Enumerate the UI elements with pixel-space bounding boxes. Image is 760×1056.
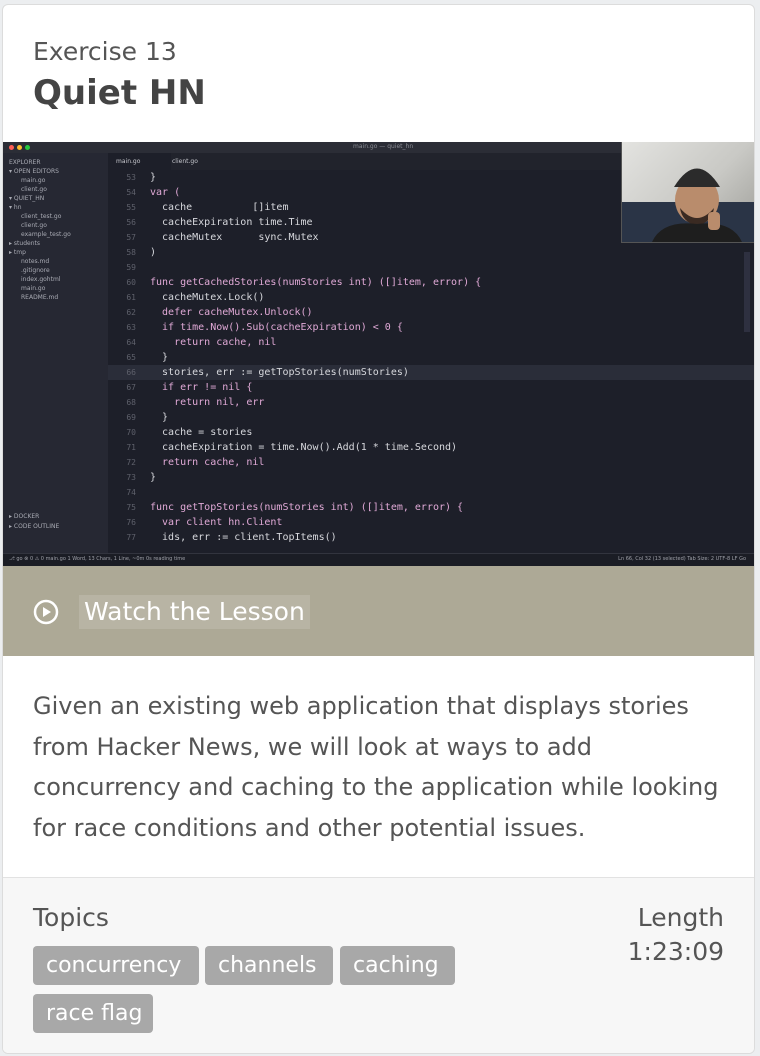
editor-tab-main: main.go [108, 153, 171, 170]
exercise-number: Exercise 13 [33, 37, 177, 66]
sidebar-entry: ▸ tmp [9, 249, 26, 256]
line-number: 59 [126, 263, 136, 272]
line-number-gutter: 53 54 55 56 57 58 59 60 61 62 63 64 65 66 67 68 69 70 71 72… [108, 170, 142, 554]
code-line: cacheMutex sync.Mutex [150, 232, 319, 243]
line-number: 66 [126, 368, 136, 377]
exercise-description: Given an existing web application that d… [33, 692, 719, 842]
sidebar-entry: client_test.go [21, 213, 62, 220]
sidebar-entry: client.go [21, 222, 47, 229]
line-number: 63 [126, 323, 136, 332]
code-line: } [150, 172, 157, 183]
code-line: ids, err := client.TopItems() [150, 532, 337, 543]
line-number: 65 [126, 353, 136, 362]
line-number: 54 [126, 188, 136, 197]
line-number: 77 [126, 533, 136, 542]
code-line: stories, err := getTopStories(numStories… [150, 367, 409, 378]
code-line: func getTopStories(numStories int) ([]it… [150, 502, 464, 513]
instructor-figure-icon [622, 168, 754, 242]
code-line: defer cacheMutex.Unlock() [150, 307, 313, 318]
sidebar-entry: ▸ CODE OUTLINE [9, 523, 60, 530]
line-number: 71 [126, 443, 136, 452]
sidebar-entry: EXPLORER [9, 159, 41, 166]
code-line: return cache, nil [150, 457, 265, 468]
topic-tag-channels[interactable]: channels [205, 946, 333, 985]
instructor-webcam [621, 142, 754, 243]
line-number: 55 [126, 203, 136, 212]
close-dot-icon [9, 145, 14, 150]
sidebar-entry: ▾ OPEN EDITORS [9, 168, 59, 175]
card-header: Exercise 13 Quiet HN [3, 5, 754, 142]
line-number: 53 [126, 173, 136, 182]
code-line: cache = stories [150, 427, 253, 438]
code-line: if time.Now().Sub(cacheExpiration) < 0 { [150, 322, 403, 333]
card-footer: Topics concurrency channels caching race… [3, 877, 754, 1053]
topic-tag-race-flag[interactable]: race flag [33, 994, 153, 1033]
sidebar-entry: client.go [21, 186, 47, 193]
editor-window-title: main.go — quiet_hn [353, 143, 414, 150]
editor-scrollbar [744, 252, 750, 332]
minimize-dot-icon [17, 145, 22, 150]
line-number: 62 [126, 308, 136, 317]
editor-tab-client: client.go [172, 158, 198, 165]
status-left: ⎇ go ⊗ 0 ⚠ 0 main.go 1 Word, 13 Chars, 1… [9, 556, 186, 562]
exercise-card: Exercise 13 Quiet HN main.go — quiet_hn … [2, 4, 755, 1054]
line-number: 58 [126, 248, 136, 257]
code-line: } [150, 352, 169, 363]
code-line: cacheExpiration time.Time [150, 217, 313, 228]
maximize-dot-icon [25, 145, 30, 150]
line-number: 64 [126, 338, 136, 347]
length-label: Length [637, 903, 724, 932]
sidebar-entry: ▸ DOCKER [9, 513, 40, 520]
code-line: var client hn.Client [150, 517, 283, 528]
code-line: ) [150, 247, 157, 258]
sidebar-entry: notes.md [21, 258, 50, 265]
line-number: 56 [126, 218, 136, 227]
line-number: 69 [126, 413, 136, 422]
line-number: 72 [126, 458, 136, 467]
sidebar-entry: README.md [21, 294, 59, 301]
code-line: cache []item [150, 202, 289, 213]
code-line: } [150, 412, 169, 423]
topics-label: Topics [33, 903, 109, 932]
code-line: return cache, nil [150, 337, 277, 348]
watch-lesson-button[interactable]: Watch the Lesson [3, 566, 754, 656]
line-number: 60 [126, 278, 136, 287]
code-line: return nil, err [150, 397, 265, 408]
editor-statusbar: ⎇ go ⊗ 0 ⚠ 0 main.go 1 Word, 13 Chars, 1… [3, 553, 754, 566]
sidebar-entry: ▾ QUIET_HN [9, 195, 45, 202]
code-line: func getCachedStories(numStories int) ([… [150, 277, 482, 288]
length-value: 1:23:09 [627, 937, 724, 966]
sidebar-entry: example_test.go [21, 231, 71, 238]
code-line: cacheMutex.Lock() [150, 292, 265, 303]
topic-tag-caching[interactable]: caching [340, 946, 455, 985]
line-number: 73 [126, 473, 136, 482]
code-area: } var ( cache []item cacheExpiration time… [150, 170, 610, 554]
line-number: 68 [126, 398, 136, 407]
exercise-title[interactable]: Quiet HN [33, 73, 206, 113]
status-right: Ln 66, Col 32 (13 selected) Tab Size: 2 … [618, 556, 746, 562]
sidebar-entry: main.go [21, 177, 46, 184]
line-number: 74 [126, 488, 136, 497]
video-thumbnail[interactable]: main.go — quiet_hn EXPLORER ▾ OPEN EDITOR… [3, 142, 754, 566]
watch-lesson-label: Watch the Lesson [79, 595, 310, 629]
line-number: 76 [126, 518, 136, 527]
code-line: var ( [150, 187, 181, 198]
sidebar-entry: index.gohtml [21, 276, 61, 283]
code-line: cacheExpiration = time.Now().Add(1 * tim… [150, 442, 458, 453]
topic-tag-concurrency[interactable]: concurrency [33, 946, 199, 985]
code-line: } [150, 472, 157, 483]
editor-sidebar: EXPLORER ▾ OPEN EDITORS main.go client.go ▾ … [3, 153, 108, 554]
line-number: 70 [126, 428, 136, 437]
sidebar-entry: ▾ hn [9, 204, 22, 211]
code-line: if err != nil { [150, 382, 253, 393]
line-number: 75 [126, 503, 136, 512]
line-number: 57 [126, 233, 136, 242]
sidebar-entry: main.go [21, 285, 46, 292]
play-circle-icon [33, 599, 59, 625]
line-number: 61 [126, 293, 136, 302]
line-number: 67 [126, 383, 136, 392]
sidebar-entry: .gitignore [21, 267, 50, 274]
sidebar-entry: ▸ students [9, 240, 40, 247]
